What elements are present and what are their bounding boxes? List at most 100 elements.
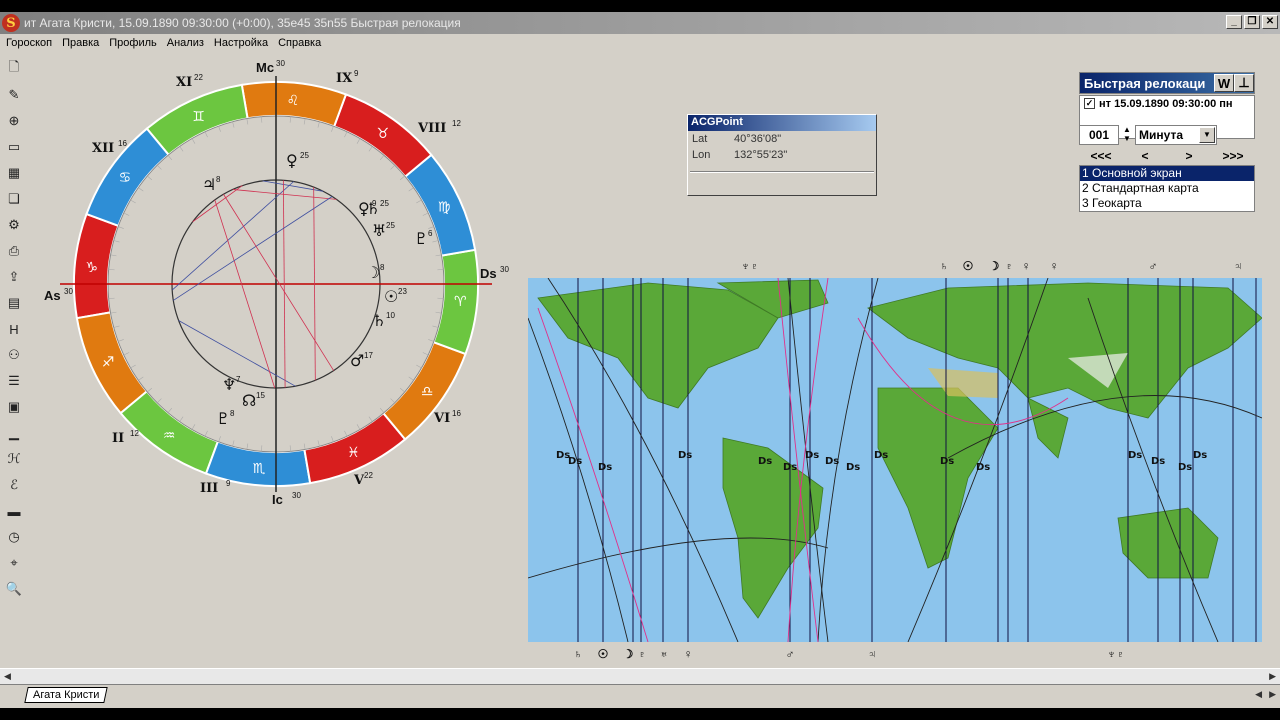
angle-as-label: As bbox=[44, 288, 61, 303]
stack-icon[interactable]: ▣ bbox=[3, 396, 25, 418]
zodiac-sign-glyph: ♍ bbox=[438, 200, 451, 216]
folder-icon[interactable]: ▬ bbox=[3, 500, 25, 522]
zodiac-sign-glyph: ♏ bbox=[253, 461, 266, 477]
unit-select-value: Минута bbox=[1139, 128, 1183, 142]
planet-degree: 25 bbox=[380, 199, 389, 208]
entry-checkbox[interactable]: ✓ bbox=[1084, 98, 1095, 109]
ec-icon[interactable]: ℰ bbox=[3, 474, 25, 496]
planet-glyph: ♃ bbox=[202, 175, 216, 194]
image-icon[interactable]: ▦ bbox=[3, 162, 25, 184]
menu-horoscope[interactable]: Гороскоп bbox=[2, 37, 58, 49]
planet-degree: 8 bbox=[380, 263, 385, 272]
planet-glyph: ♄ bbox=[372, 311, 386, 330]
blank-document-icon[interactable]: ▭ bbox=[3, 136, 25, 158]
menu-analysis[interactable]: Анализ bbox=[163, 37, 210, 49]
angle-ic-label: Ic bbox=[272, 492, 283, 507]
map-icon[interactable]: ⌖ bbox=[3, 552, 25, 574]
tab-scroll-left-icon[interactable]: ◀ bbox=[1255, 689, 1262, 700]
zoom-icon[interactable]: 🔍 bbox=[3, 578, 25, 600]
table-icon[interactable]: ▤ bbox=[3, 292, 25, 314]
map-top-glyph: ♄ bbox=[940, 259, 949, 273]
house-degree: 9 bbox=[354, 69, 359, 78]
step-forward-far-button[interactable]: >>> bbox=[1213, 149, 1253, 163]
map-bottom-glyph: ♂ bbox=[786, 647, 795, 661]
group-icon[interactable]: ⚇ bbox=[3, 344, 25, 366]
map-top-glyph: ♆♇ bbox=[741, 259, 759, 273]
screen-item-main[interactable]: 1 Основной экран bbox=[1080, 166, 1254, 181]
house-degree: 12 bbox=[452, 119, 461, 128]
map-bottom-glyph: ♇ bbox=[638, 647, 647, 661]
menu-settings[interactable]: Настройка bbox=[210, 37, 274, 49]
app-icon[interactable]: S bbox=[2, 14, 20, 32]
step-input[interactable]: 001 bbox=[1079, 125, 1119, 145]
bottom-area: ◀ ▶ Агата Кристи ◀ ▶ bbox=[0, 668, 1280, 708]
clock-icon[interactable]: ◷ bbox=[3, 526, 25, 548]
natal-chart-wheel[interactable]: ♑♐♒♏♓♎♈♍♉♌♊♋Mc 30Ic 30As 30Ds 30XI 22 IX 9XII 16… bbox=[40, 54, 510, 514]
acg-point-title[interactable]: ACGPoint bbox=[688, 115, 876, 131]
planet-degree: 8 bbox=[216, 175, 221, 184]
letter-h-icon[interactable]: H bbox=[3, 318, 25, 340]
maximize-button[interactable]: ❐ bbox=[1244, 15, 1260, 29]
quick-relocation-panel: Быстрая релокаци W ⊥ ✓ нт 15.09.1890 09:… bbox=[1079, 72, 1255, 234]
menu-edit[interactable]: Правка bbox=[58, 37, 105, 49]
menu-help[interactable]: Справка bbox=[274, 37, 327, 49]
unit-select[interactable]: Минута ▼ bbox=[1135, 125, 1217, 145]
print-icon[interactable]: ⎙ bbox=[3, 240, 25, 262]
acg-lon-label: Lon bbox=[692, 149, 734, 161]
screen-item-standard-map[interactable]: 2 Стандартная карта bbox=[1080, 181, 1254, 196]
menu-profile[interactable]: Профиль bbox=[105, 37, 163, 49]
house-degree: 16 bbox=[452, 409, 461, 418]
new-document-icon[interactable]: 🗋 bbox=[3, 58, 25, 80]
w-button[interactable]: W bbox=[1214, 74, 1234, 92]
planet-degree: 10 bbox=[386, 311, 395, 320]
horizontal-scrollbar[interactable]: ◀ ▶ bbox=[0, 668, 1280, 684]
zodiac-sign-glyph: ♊ bbox=[192, 109, 205, 125]
house-label: II bbox=[112, 431, 124, 446]
document-tabs: Агата Кристи ◀ ▶ bbox=[0, 684, 1280, 704]
close-button[interactable]: ✕ bbox=[1262, 15, 1278, 29]
copy-icon[interactable]: ❏ bbox=[3, 188, 25, 210]
step-forward-button[interactable]: > bbox=[1169, 149, 1209, 163]
angle-mc-degree: 30 bbox=[276, 59, 285, 68]
pin-button[interactable]: ⊥ bbox=[1234, 74, 1254, 92]
zodiac-sign-glyph: ♎ bbox=[421, 384, 434, 400]
step-back-button[interactable]: < bbox=[1125, 149, 1165, 163]
map-bottom-glyph: ♄ bbox=[574, 647, 583, 661]
map-bottom-glyph: ♀ bbox=[684, 647, 693, 661]
relocation-entry[interactable]: нт 15.09.1890 09:30:00 пн bbox=[1099, 98, 1233, 110]
minimize-button[interactable]: _ bbox=[1226, 15, 1242, 29]
house-degree: 22 bbox=[364, 471, 373, 480]
settings-icon[interactable]: ⚙ bbox=[3, 214, 25, 236]
house-label: IX bbox=[336, 71, 353, 86]
planet-glyph: ♅ bbox=[372, 221, 386, 240]
house-degree: 16 bbox=[118, 139, 127, 148]
planet-glyph: ☉ bbox=[384, 287, 398, 306]
map-planet-glyphs: ♆♇ ♄ ☉ ☽ ♇ ♀ ♀ ♂ ♃♄ ☉ ☽ ♇ ♅ ♀ ♂ ♃ ♆♇ bbox=[528, 254, 1262, 666]
screen-bottom-border bbox=[0, 708, 1280, 720]
bar-chart-icon[interactable]: ▁ bbox=[3, 422, 25, 444]
tab-agatha-christie[interactable]: Агата Кристи bbox=[24, 687, 108, 703]
italic-h-icon[interactable]: ℋ bbox=[3, 448, 25, 470]
chevron-down-icon[interactable]: ▼ bbox=[1199, 127, 1215, 143]
screen-item-geomap[interactable]: 3 Геокарта bbox=[1080, 196, 1254, 211]
screen-top-border bbox=[0, 0, 1280, 12]
edit-document-icon[interactable]: ✎ bbox=[3, 84, 25, 106]
house-degree: 9 bbox=[226, 479, 231, 488]
step-back-far-button[interactable]: <<< bbox=[1081, 149, 1121, 163]
tab-scroll-right-icon[interactable]: ▶ bbox=[1269, 689, 1276, 700]
add-document-icon[interactable]: ⊕ bbox=[3, 110, 25, 132]
scroll-right-icon[interactable]: ▶ bbox=[1269, 671, 1276, 682]
map-bottom-glyph: ♅ bbox=[660, 647, 669, 661]
planet-degree: 25 bbox=[386, 221, 395, 230]
relocation-title-bar[interactable]: Быстрая релокаци W ⊥ bbox=[1079, 72, 1255, 94]
map-top-glyph: ♀ bbox=[1050, 259, 1059, 273]
list-icon[interactable]: ☰ bbox=[3, 370, 25, 392]
scroll-left-icon[interactable]: ◀ bbox=[4, 671, 11, 682]
acg-lat-value: 40°36'08" bbox=[734, 133, 781, 145]
planet-glyph: ♂ bbox=[350, 351, 364, 370]
map-bottom-glyph: ♃ bbox=[868, 647, 877, 661]
zodiac-sign-glyph: ♑ bbox=[85, 260, 98, 276]
export-icon[interactable]: ⇪ bbox=[3, 266, 25, 288]
acg-lat-row: Lat 40°36'08" bbox=[688, 131, 876, 147]
step-spinner[interactable]: ▲ ▼ bbox=[1121, 125, 1133, 145]
